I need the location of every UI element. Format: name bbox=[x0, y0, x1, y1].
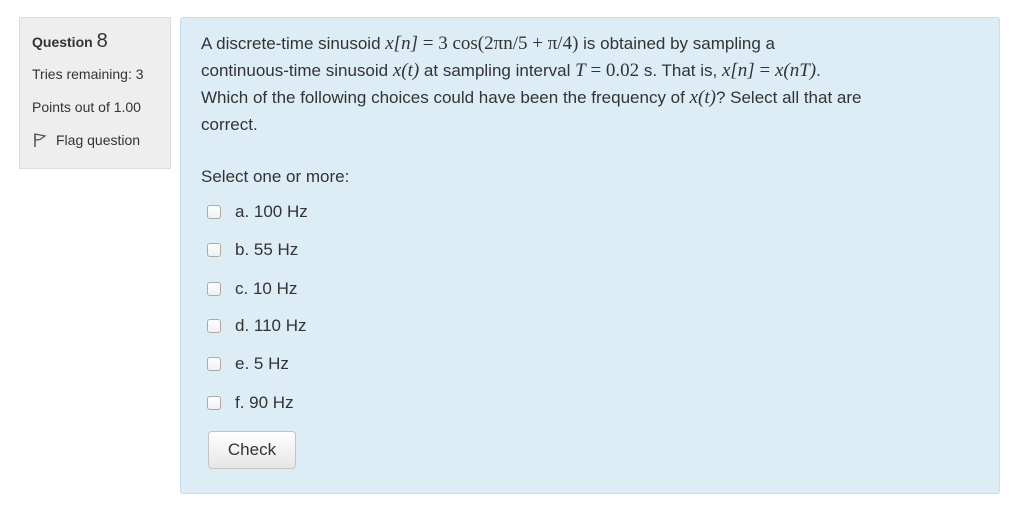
select-prompt: Select one or more: bbox=[201, 167, 350, 186]
checkbox[interactable] bbox=[207, 243, 221, 257]
question-text-part: is obtained by sampling a bbox=[578, 34, 775, 53]
question-text-part: A discrete-time sinusoid bbox=[201, 34, 386, 53]
answer-option-e[interactable]: e. 5 Hz bbox=[207, 354, 289, 374]
question-number-value: 8 bbox=[96, 30, 108, 52]
math-xt: x(t) bbox=[392, 60, 420, 81]
checkbox[interactable] bbox=[207, 282, 221, 296]
question-info-panel: Question 8 Tries remaining: 3 Points out… bbox=[19, 17, 171, 169]
answer-label: e. 5 Hz bbox=[235, 354, 289, 373]
answer-label: a. 100 Hz bbox=[235, 202, 308, 221]
check-button[interactable]: Check bbox=[208, 431, 296, 469]
answer-label: b. 55 Hz bbox=[235, 240, 299, 259]
answer-option-c[interactable]: c. 10 Hz bbox=[207, 279, 297, 299]
question-text-part: continuous-time sinusoid bbox=[201, 61, 393, 80]
checkbox[interactable] bbox=[207, 205, 221, 219]
question-content-panel: A discrete-time sinusoid x[n] = 3 cos(2π… bbox=[180, 17, 1000, 494]
points-out-of: Points out of 1.00 bbox=[32, 99, 141, 115]
answer-option-a[interactable]: a. 100 Hz bbox=[207, 202, 308, 222]
math-xn-eq-xnT: x[n] = x(nT) bbox=[721, 60, 817, 81]
answer-label: f. 90 Hz bbox=[235, 393, 294, 412]
question-text-part: Which of the following choices could hav… bbox=[201, 88, 690, 107]
checkbox[interactable] bbox=[207, 357, 221, 371]
checkbox[interactable] bbox=[207, 396, 221, 410]
answer-label: d. 110 Hz bbox=[235, 316, 307, 335]
question-text-part: ? Select all that are bbox=[715, 88, 862, 107]
flag-question-link[interactable]: Flag question bbox=[32, 132, 170, 148]
flag-question-label: Flag question bbox=[56, 132, 141, 148]
answer-label: c. 10 Hz bbox=[235, 279, 298, 298]
math-T: T = 0.02 bbox=[575, 60, 640, 81]
tries-remaining: Tries remaining: 3 bbox=[32, 66, 144, 82]
checkbox[interactable] bbox=[207, 319, 221, 333]
answer-option-d[interactable]: d. 110 Hz bbox=[207, 316, 307, 336]
question-text-part: at sampling interval bbox=[419, 61, 576, 80]
question-label: Question bbox=[32, 34, 93, 50]
math-xn: x[n] = 3 cos(2πn/5 + π/4) bbox=[385, 33, 579, 54]
answer-option-b[interactable]: b. 55 Hz bbox=[207, 240, 298, 260]
question-number: Question 8 bbox=[32, 30, 170, 53]
question-text-part: correct. bbox=[201, 115, 258, 134]
answer-option-f[interactable]: f. 90 Hz bbox=[207, 393, 294, 413]
flag-icon bbox=[34, 133, 47, 147]
question-text: A discrete-time sinusoid x[n] = 3 cos(2π… bbox=[201, 33, 862, 134]
math-xt-2: x(t) bbox=[689, 87, 716, 108]
question-text-part: s. That is, bbox=[639, 61, 722, 80]
